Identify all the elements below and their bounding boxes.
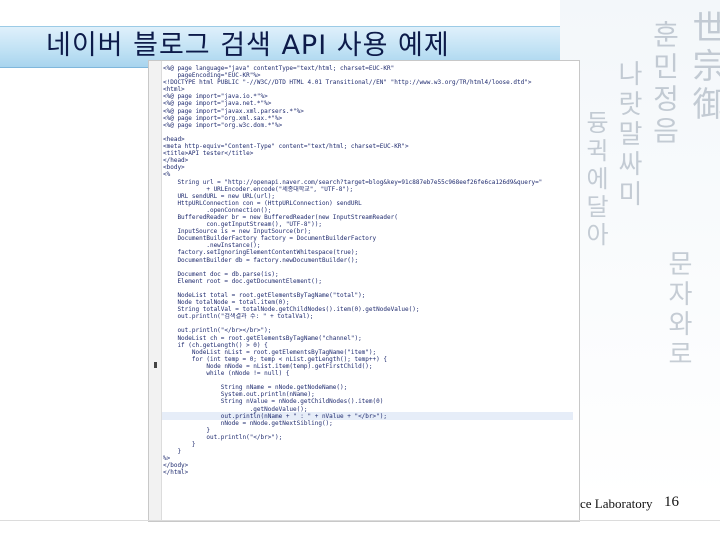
code-line: <% — [163, 171, 171, 179]
code-line: <%@ page import="org.xml.sax.*"%> — [163, 114, 283, 122]
editor-gutter — [149, 61, 162, 521]
slide-marker — [154, 362, 157, 368]
code-line: for (int temp = 0; temp < nList.getLengt… — [163, 355, 387, 363]
code-line: System.out.println(nName); — [163, 391, 315, 399]
code-line: NodeList ch = root.getElementsByTagName(… — [163, 334, 362, 342]
code-line: HttpURLConnection con = (HttpURLConnecti… — [163, 199, 362, 207]
code-line: out.println(nName + " : " + nValue + "</… — [163, 412, 387, 420]
code-line: <head> — [163, 135, 185, 143]
calligraphy-text-2: 훈민정음 — [648, 20, 681, 148]
footer-lab-name: ce Laboratory — [580, 496, 653, 511]
code-line: <%@ page import="javax.xml.parsers.*"%> — [163, 107, 304, 115]
code-line: out.println("</br>"); — [163, 433, 283, 441]
code-line: nNode = nNode.getNextSibling(); — [163, 419, 333, 427]
code-line: <title>API tester</title> — [163, 150, 254, 158]
code-line: <body> — [163, 164, 185, 172]
calligraphy-background: 世宗御 훈민정음 나랏말싸미 듕귁에달아 문자와로 — [560, 0, 720, 500]
code-line: factory.setIgnoringElementContentWhitesp… — [163, 249, 359, 257]
code-line: Node nNode = nList.item(temp).getFirstCh… — [163, 362, 373, 370]
calligraphy-text-5: 문자와로 — [663, 250, 693, 370]
code-line: Node totalNode = total.item(0); — [163, 299, 290, 307]
code-line: .getNodeValue(); — [163, 405, 308, 413]
code-line: </body> — [163, 462, 189, 470]
code-line: <!DOCTYPE html PUBLIC "-//W3C//DTD HTML … — [163, 79, 532, 87]
code-line: <%@ page language="java" contentType="te… — [163, 65, 395, 72]
code-line: + URLEncoder.encode("세종대학교", "UTF-8"); — [163, 185, 354, 193]
code-line: String nValue = nNode.getChildNodes().it… — [163, 398, 384, 406]
code-line: DocumentBuilder db = factory.newDocument… — [163, 256, 359, 264]
code-line: DocumentBuilderFactory factory = Documen… — [163, 235, 377, 243]
code-line: %> — [163, 455, 171, 463]
code-line: while (nNode != null) { — [163, 370, 290, 378]
code-line: URL sendURL = new URL(url); — [163, 192, 275, 200]
code-line: <meta http-equiv="Content-Type" content=… — [163, 143, 409, 151]
code-line: String totalVal = totalNode.getChildNode… — [163, 306, 420, 314]
code-listing: <%@ page language="java" contentType="te… — [163, 65, 575, 476]
code-line: .openConnection(); — [163, 206, 272, 214]
code-line: out.println("검색결과 수: " + totalVal); — [163, 313, 314, 321]
code-line: Element root = doc.getDocumentElement(); — [163, 277, 322, 285]
code-line: } — [163, 426, 210, 434]
code-line: <%@ page import="java.io.*"%> — [163, 93, 268, 101]
calligraphy-text-4: 듕귁에달아 — [581, 110, 609, 250]
code-line: Document doc = db.parse(is); — [163, 270, 279, 278]
code-line: String url = "http://openapi.naver.com/s… — [163, 178, 543, 186]
code-line: pageEncoding="EUC-KR"%> — [163, 72, 261, 80]
page-number: 16 — [664, 494, 679, 510]
code-line: if (ch.getLength() > 0) { — [163, 341, 268, 349]
code-line: NodeList nList = root.getElementsByTagNa… — [163, 348, 377, 356]
code-line: <html> — [163, 86, 185, 94]
code-screenshot: <%@ page language="java" contentType="te… — [148, 60, 580, 522]
code-line: out.println("</br></br>"); — [163, 327, 272, 335]
code-line: } — [163, 448, 182, 456]
code-line: con.getInputStream(), "UTF-8")); — [163, 221, 322, 229]
code-line: <%@ page import="org.w3c.dom.*"%> — [163, 121, 283, 129]
footer-rule — [0, 520, 720, 521]
code-line: NodeList total = root.getElementsByTagNa… — [163, 292, 366, 299]
calligraphy-text-1: 世宗御 — [686, 10, 720, 124]
code-line: <%@ page import="java.net.*"%> — [163, 100, 272, 108]
code-line: String nName = nNode.getNodeName(); — [163, 384, 348, 392]
code-line: </head> — [163, 157, 189, 165]
code-line: .newInstance(); — [163, 242, 261, 250]
calligraphy-text-3: 나랏말싸미 — [613, 60, 643, 210]
code-line: InputSource is = new InputSource(br); — [163, 228, 312, 236]
code-line: } — [163, 440, 196, 448]
code-line: BufferedReader br = new BufferedReader(n… — [163, 213, 398, 221]
code-line: </html> — [163, 469, 189, 477]
